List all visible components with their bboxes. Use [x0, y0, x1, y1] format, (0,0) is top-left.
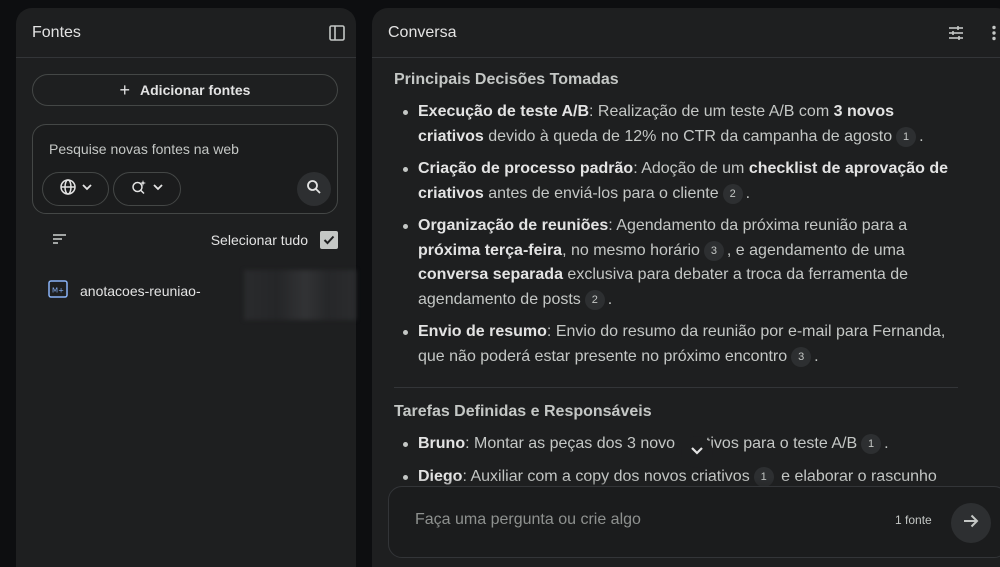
citation-badge[interactable]: 1 [896, 126, 917, 147]
chat-input-bar[interactable]: Faça uma pergunta ou crie algo 1 fonte [388, 486, 1000, 558]
section-divider [394, 387, 958, 388]
markdown-file-icon: M+ [48, 279, 68, 303]
item-text: : Montar as peças dos 3 novo [465, 435, 676, 452]
item-text: , no mesmo horário [562, 241, 700, 259]
chat-header: Conversa [372, 8, 1000, 58]
item-text: devido à queda de 12% no CTR da campanha… [483, 127, 893, 145]
more-options-icon[interactable] [988, 22, 1000, 44]
section-title-decisions: Principais Decisões Tomadas [394, 71, 619, 88]
sources-title: Fontes [32, 23, 81, 41]
web-search-input[interactable]: Pesquise novas fontes na web [49, 141, 239, 157]
web-search-box[interactable]: Pesquise novas fontes na web [32, 124, 338, 214]
citation-badge[interactable]: 1 [861, 434, 882, 454]
source-item[interactable]: M+ anotacoes-reuniao- [48, 270, 356, 320]
chat-response: Principais Decisões Tomadas Execução de … [394, 68, 964, 489]
blurred-redaction [244, 270, 356, 320]
item-text: : Adoção de um [633, 160, 749, 177]
svg-text:M+: M+ [52, 286, 64, 294]
item-text: . [814, 347, 819, 365]
sparkle-search-icon [130, 178, 148, 201]
item-text: . [607, 290, 613, 308]
chevron-down-icon [81, 180, 93, 198]
select-all-row: Selecionar tudo [32, 226, 338, 254]
item-text: : Realização de um teste A/B com [589, 103, 834, 120]
item-heading: Criação de processo padrão [418, 160, 634, 177]
chat-input[interactable]: Faça uma pergunta ou crie algo [415, 511, 641, 529]
list-item: Bruno: Montar as peças dos 3 novo ativos … [394, 432, 964, 457]
item-text: , e agendamento de uma [726, 241, 905, 259]
item-heading: Organização de reuniões [418, 217, 609, 234]
citation-badge[interactable]: 2 [722, 183, 743, 204]
source-count-label: 1 fonte [895, 513, 932, 527]
item-heading: Execução de teste A/B [418, 103, 590, 120]
citation-badge[interactable]: 2 [584, 289, 605, 310]
add-sources-label: Adicionar fontes [140, 82, 251, 98]
select-all-checkbox[interactable] [320, 231, 338, 249]
list-item: Organização de reuniões: Agendamento da … [394, 214, 964, 312]
select-all-label: Selecionar tudo [210, 232, 308, 248]
item-heading: Bruno [418, 435, 466, 452]
section-title-tasks: Tarefas Definidas e Responsáveis [394, 403, 652, 420]
source-item-name: anotacoes-reuniao- [80, 283, 201, 299]
web-source-dropdown[interactable] [42, 172, 109, 206]
collapse-panel-icon[interactable] [326, 22, 348, 44]
item-text: ativos para o teste A/B [697, 435, 858, 452]
chat-title: Conversa [388, 23, 457, 41]
item-emphasis: conversa separada [418, 266, 563, 283]
globe-icon [59, 178, 77, 201]
item-heading: Envio de resumo [418, 323, 547, 340]
list-item: Execução de teste A/B: Realização de um … [394, 100, 964, 149]
chat-panel: Conversa Principais Decisões Tomadas Exe [372, 8, 1000, 567]
list-item: Criação de processo padrão: Adoção de um… [394, 157, 964, 206]
arrow-right-icon [962, 512, 980, 535]
item-text: antes de enviá-los para o cliente [483, 184, 719, 202]
item-text: . [884, 435, 889, 452]
plus-icon: + [119, 80, 131, 100]
tune-settings-icon[interactable] [945, 22, 967, 44]
sources-panel: Fontes + Adicionar fontes Pesquise novas… [16, 8, 356, 567]
citation-badge[interactable]: 3 [703, 240, 724, 261]
list-item: Envio de resumo: Envio do resumo da reun… [394, 320, 964, 369]
decisions-list: Execução de teste A/B: Realização de um … [394, 100, 964, 369]
add-sources-button[interactable]: + Adicionar fontes [32, 74, 338, 106]
search-icon [306, 179, 322, 200]
citation-badge[interactable]: 3 [791, 346, 812, 367]
chevron-down-icon [152, 180, 164, 198]
sources-header: Fontes [16, 8, 356, 58]
chevron-down-icon [690, 443, 704, 462]
item-text: . [919, 127, 924, 145]
item-text: : Agendamento da próxima reunião para a [608, 217, 908, 234]
item-emphasis: próxima terça-feira [418, 241, 563, 259]
scroll-down-button[interactable] [681, 436, 713, 468]
send-button[interactable] [951, 503, 991, 543]
item-text: . [745, 184, 751, 202]
filter-icon[interactable] [52, 232, 68, 251]
research-mode-dropdown[interactable] [113, 172, 181, 206]
search-submit-button[interactable] [297, 172, 331, 206]
